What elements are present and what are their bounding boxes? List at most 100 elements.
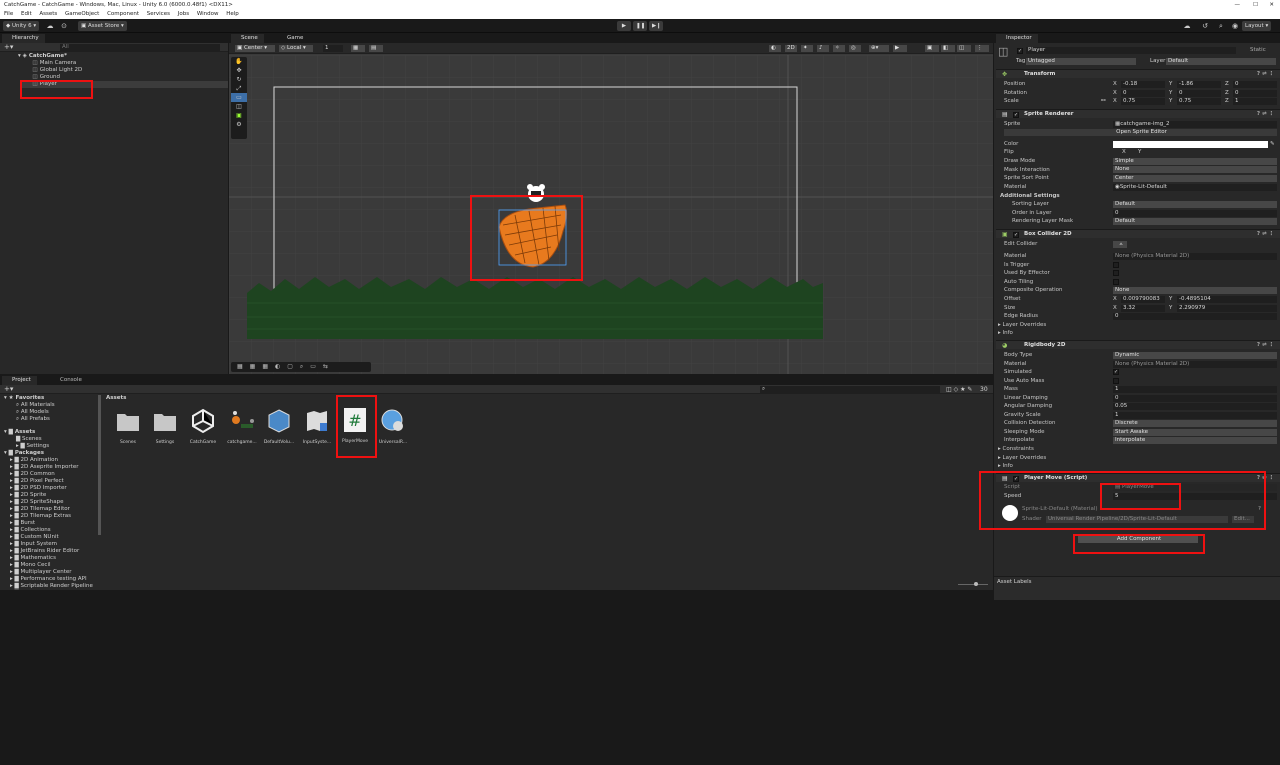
asset-input-system[interactable]: InputSyste... bbox=[300, 408, 334, 445]
package-item[interactable]: ▸ ▇ 2D PSD Importer bbox=[10, 485, 67, 492]
scene-viewport[interactable] bbox=[229, 55, 993, 374]
tab-inspector[interactable]: Inspector bbox=[996, 34, 1038, 43]
composite-dropdown[interactable]: None bbox=[1113, 287, 1277, 294]
rotation-z[interactable]: 0 bbox=[1233, 90, 1277, 97]
linear-damping-field[interactable]: 0 bbox=[1113, 395, 1277, 402]
packages-folder[interactable]: ▾ ▇ Packages bbox=[4, 450, 44, 457]
minimize-icon[interactable]: — bbox=[1235, 0, 1241, 10]
package-item[interactable]: ▸ ▇ Custom NUnit bbox=[10, 534, 59, 541]
menu-assets[interactable]: Assets bbox=[39, 11, 57, 17]
tab-game[interactable]: Game bbox=[277, 34, 309, 43]
package-item[interactable]: ▸ ▇ Mono Cecil bbox=[10, 562, 51, 569]
hierarchy-search[interactable]: All bbox=[60, 44, 220, 51]
version-control-icon[interactable]: ⊙ bbox=[60, 22, 68, 30]
scene-root[interactable]: ▾ ◈ CatchGame* bbox=[18, 53, 67, 60]
sleeping-dropdown[interactable]: Start Awake bbox=[1113, 429, 1277, 436]
rb-layer-overrides[interactable]: ▸ Layer Overrides bbox=[998, 454, 1046, 462]
collider-layer-overrides[interactable]: ▸ Layer Overrides bbox=[998, 321, 1046, 329]
filter-icons[interactable]: ◫ ◇ ★ ✎ bbox=[946, 385, 972, 394]
effector-checkbox[interactable] bbox=[1113, 270, 1119, 276]
hidden-objects-icon[interactable]: ◎ bbox=[849, 45, 861, 52]
rect-tool-icon[interactable]: ▭ bbox=[231, 93, 247, 102]
scale-x[interactable]: 0.75 bbox=[1121, 98, 1165, 105]
size-x[interactable]: 3.32 bbox=[1121, 305, 1165, 312]
auto-tiling-checkbox[interactable] bbox=[1113, 279, 1119, 285]
2d-toggle-icon[interactable]: 2D bbox=[785, 45, 797, 52]
color-swatch[interactable] bbox=[1113, 141, 1268, 148]
add-component-button[interactable]: Add Component bbox=[1078, 536, 1198, 543]
maximize-icon[interactable]: ☐ bbox=[1253, 0, 1258, 10]
position-z[interactable]: 0 bbox=[1233, 81, 1277, 88]
shader-dropdown[interactable]: Universal Render Pipeline/2D/Sprite-Lit-… bbox=[1046, 516, 1228, 523]
close-icon[interactable]: ✕ bbox=[1269, 0, 1274, 10]
menu-gameobject[interactable]: GameObject bbox=[65, 11, 99, 17]
rendering-mask-dropdown[interactable]: Default bbox=[1113, 218, 1277, 225]
asset-catchgame-sprite[interactable]: catchgame... bbox=[225, 408, 259, 445]
tab-project[interactable]: Project bbox=[2, 376, 37, 385]
layout-button[interactable]: Layout ▾ bbox=[1242, 21, 1272, 31]
is-trigger-checkbox[interactable] bbox=[1113, 262, 1119, 268]
tree-scrollbar[interactable] bbox=[98, 395, 101, 535]
package-item[interactable]: ▸ ▇ Mathematics bbox=[10, 555, 56, 562]
player-move-header[interactable]: ▤ ✓ Player Move (Script)? ⇌ ⋮ bbox=[996, 473, 1280, 482]
asset-labels-title[interactable]: Asset Labels bbox=[997, 579, 1032, 585]
rb-info[interactable]: ▸ Info bbox=[998, 462, 1013, 470]
menu-component[interactable]: Component bbox=[107, 11, 139, 17]
breadcrumb[interactable]: Assets bbox=[106, 395, 126, 402]
offset-x[interactable]: 0.009790083 bbox=[1121, 296, 1165, 303]
package-item[interactable]: ▸ ▇ 2D Pixel Perfect bbox=[10, 478, 64, 485]
grid-snap-field[interactable]: 1 bbox=[323, 45, 343, 52]
shader-edit-button[interactable]: Edit... bbox=[1232, 516, 1254, 523]
scale-tool-icon[interactable]: ⤢ bbox=[231, 84, 247, 93]
package-item[interactable]: ▸ ▇ Burst bbox=[10, 520, 35, 527]
mask-dropdown[interactable]: None bbox=[1113, 166, 1277, 173]
sort-point-dropdown[interactable]: Center bbox=[1113, 175, 1277, 182]
audio-icon[interactable]: ♪ bbox=[817, 45, 829, 52]
package-item[interactable]: ▸ ▇ Input System bbox=[10, 541, 57, 548]
eyedropper-icon[interactable]: ✎ bbox=[1270, 141, 1275, 148]
flip-y[interactable]: Y bbox=[1138, 149, 1141, 156]
snap-icon[interactable]: ▤ bbox=[369, 45, 383, 52]
create-icon[interactable]: +▾ bbox=[4, 385, 13, 394]
package-item[interactable]: ▸ ▇ 2D SpriteShape bbox=[10, 499, 64, 506]
cloud-icon[interactable]: ☁ bbox=[46, 22, 54, 30]
asset-playermove-script[interactable]: # PlayerMove bbox=[338, 407, 372, 444]
asset-store-button[interactable]: ▣ Asset Store ▾ bbox=[78, 21, 127, 31]
favorite-item[interactable]: ⌕ All Prefabs bbox=[16, 416, 50, 423]
package-item[interactable]: ▸ ▇ Multiplayer Center bbox=[10, 569, 72, 576]
sprite-field[interactable]: ▦catchgame-img_2 bbox=[1113, 121, 1277, 128]
asset-scenes-folder[interactable]: Scenes bbox=[111, 408, 145, 445]
open-sprite-editor-button[interactable]: Open Sprite Editor bbox=[1004, 129, 1277, 136]
menu-file[interactable]: File bbox=[4, 11, 13, 17]
component-menu-icons[interactable]: ? ⇌ ⋮ bbox=[1257, 110, 1274, 119]
sorting-layer-dropdown[interactable]: Default bbox=[1113, 201, 1277, 208]
size-y[interactable]: 2.290979 bbox=[1177, 305, 1277, 312]
draw-mode-icon[interactable]: ◐ bbox=[769, 45, 781, 52]
account-button[interactable]: ◆ Unity 6 ▾ bbox=[3, 21, 40, 31]
package-item[interactable]: ▸ ▇ Performance testing API bbox=[10, 576, 87, 583]
asset-default-volume[interactable]: DefaultVolu... bbox=[262, 408, 296, 445]
pivot-dropdown[interactable]: ▣ Center ▾ bbox=[235, 45, 275, 52]
order-field[interactable]: 0 bbox=[1113, 210, 1277, 217]
camera-icon[interactable]: ▶ bbox=[893, 45, 907, 52]
folder-item[interactable]: ▇ Scenes bbox=[16, 436, 42, 443]
component-menu-icons[interactable]: ? ⇌ ⋮ bbox=[1257, 474, 1274, 483]
scale-z[interactable]: 1 bbox=[1233, 98, 1277, 105]
hierarchy-item-global-light[interactable]: ◫ Global Light 2D bbox=[32, 67, 82, 74]
menu-edit[interactable]: Edit bbox=[21, 11, 32, 17]
space-dropdown[interactable]: ◇ Local ▾ bbox=[279, 45, 313, 52]
editor-tool-icon[interactable]: ⚙ bbox=[231, 120, 247, 129]
hierarchy-item-main-camera[interactable]: ◫ Main Camera bbox=[32, 60, 76, 67]
collider-material-field[interactable]: None (Physics Material 2D) bbox=[1113, 253, 1277, 260]
package-item[interactable]: ▸ ▇ Scriptable Render Pipeline bbox=[10, 583, 93, 590]
auto-mass-checkbox[interactable] bbox=[1113, 378, 1119, 384]
component-menu-icons[interactable]: ? ⇌ ⋮ bbox=[1257, 230, 1274, 239]
transform-tool-icon[interactable]: ◫ bbox=[231, 102, 247, 111]
interpolate-dropdown[interactable]: Interpolate bbox=[1113, 437, 1277, 444]
cloud-services-icon[interactable]: ☁ bbox=[1183, 22, 1191, 30]
account-icon[interactable]: ◉ bbox=[1231, 22, 1239, 30]
sprite-renderer-header[interactable]: ▤ ✓ Sprite Renderer? ⇌ ⋮ bbox=[996, 109, 1280, 118]
rb-material-field[interactable]: None (Physics Material 2D) bbox=[1113, 361, 1277, 368]
zoom-slider[interactable] bbox=[958, 582, 988, 586]
material-menu-icons[interactable]: ? ⋮ bbox=[1258, 506, 1268, 513]
